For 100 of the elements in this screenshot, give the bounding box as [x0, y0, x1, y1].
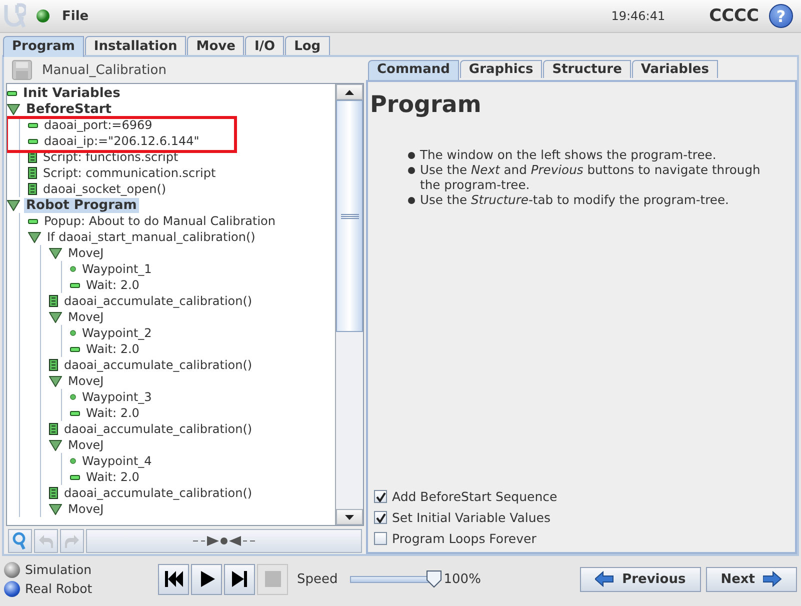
triangle-icon[interactable]: [28, 232, 41, 242]
collapse-button[interactable]: [86, 529, 362, 553]
tree-item[interactable]: daoai_accumulate_calibration(): [62, 358, 254, 372]
help-text: Use the Next and Previous buttons to navigate through the program-tree.: [420, 163, 762, 193]
file-menu[interactable]: File: [62, 8, 89, 24]
next-button[interactable]: Next: [706, 566, 797, 592]
triangle-icon[interactable]: [49, 312, 62, 322]
help-text: Use the Structure-tab to modify the program-tree.: [420, 193, 729, 208]
search-icon: [12, 532, 28, 550]
tree-item[interactable]: daoai_ip:="206.12.6.144": [42, 134, 202, 148]
scroll-up-icon[interactable]: [345, 90, 354, 94]
bar-icon: [70, 346, 80, 352]
main-tab[interactable]: Program: [3, 36, 84, 57]
collapse-icon: [193, 535, 255, 547]
tree-item[interactable]: BeforeStart: [24, 102, 114, 116]
tree-item[interactable]: Waypoint_4: [80, 454, 154, 468]
panel-title: Program: [370, 92, 482, 118]
arrow-icon: [763, 571, 782, 587]
tree-item[interactable]: Waypoint_2: [80, 326, 154, 340]
tree-item[interactable]: daoai_port:=6969: [42, 118, 154, 132]
tree-item[interactable]: Wait: 2.0: [84, 278, 142, 292]
tree-item[interactable]: Waypoint_1: [80, 262, 154, 276]
previous-button[interactable]: Previous: [580, 566, 701, 592]
bar-icon: [28, 122, 38, 128]
tree-item[interactable]: MoveJ: [66, 374, 106, 388]
tree-item[interactable]: Robot Program: [24, 198, 139, 212]
step-button[interactable]: [224, 564, 255, 594]
checkbox-label[interactable]: Set Initial Variable Values: [392, 510, 550, 525]
program-name: Manual_Calibration: [42, 62, 166, 78]
point-icon: [70, 266, 76, 272]
scroll-down-icon[interactable]: [345, 514, 354, 520]
script-icon: [49, 295, 58, 307]
status-light-icon: [36, 9, 50, 23]
help-text: The window on the left shows the program-tree.: [420, 148, 716, 163]
triangle-icon[interactable]: [49, 376, 62, 386]
tree-item[interactable]: Popup: About to do Manual Calibration: [42, 214, 278, 228]
checkbox[interactable]: [374, 490, 387, 503]
triangle-icon[interactable]: [49, 248, 62, 258]
panel-tab[interactable]: Graphics: [460, 60, 542, 78]
point-icon: [70, 458, 76, 464]
script-icon: [49, 423, 58, 435]
bullet-icon: [408, 197, 415, 204]
logo-icon: [4, 3, 26, 29]
point-icon: [70, 330, 76, 336]
clock-time: 19:46:41: [611, 9, 666, 23]
tree-item[interactable]: MoveJ: [66, 310, 106, 324]
robot-name: CCCC: [709, 6, 759, 26]
panel-tab[interactable]: Structure: [543, 60, 631, 78]
mode-label[interactable]: Real Robot: [25, 581, 92, 596]
main-tab[interactable]: I/O: [245, 36, 284, 55]
bullet-icon: [408, 152, 415, 159]
tree-item[interactable]: Wait: 2.0: [84, 342, 142, 356]
script-icon: [28, 167, 37, 179]
checkbox-label[interactable]: Program Loops Forever: [392, 531, 536, 546]
rewind-button[interactable]: [158, 564, 189, 594]
search-button[interactable]: [8, 529, 32, 553]
tree-item[interactable]: If daoai_start_manual_calibration(): [45, 230, 258, 244]
panel-tab[interactable]: Command: [368, 60, 459, 80]
main-tab[interactable]: Installation: [84, 36, 186, 55]
tree-item[interactable]: daoai_accumulate_calibration(): [62, 486, 254, 500]
undo-icon: [38, 534, 54, 548]
arrow-icon: [595, 571, 614, 587]
tree-item[interactable]: MoveJ: [66, 502, 106, 516]
bar-icon: [70, 410, 80, 416]
mode-label[interactable]: Simulation: [25, 562, 92, 577]
checkbox[interactable]: [374, 532, 387, 545]
bullet-icon: [408, 167, 415, 174]
tree-item[interactable]: Waypoint_3: [80, 390, 154, 404]
grip-icon[interactable]: [340, 214, 358, 218]
tree-item[interactable]: Wait: 2.0: [84, 470, 142, 484]
triangle-icon[interactable]: [49, 504, 62, 514]
triangle-icon[interactable]: [7, 104, 20, 114]
play-button[interactable]: [191, 564, 222, 594]
panel-tab[interactable]: Variables: [632, 60, 718, 78]
checkbox[interactable]: [374, 511, 387, 524]
tree-item[interactable]: daoai_accumulate_calibration(): [62, 422, 254, 436]
script-icon: [28, 183, 37, 195]
mode-radio[interactable]: [4, 580, 20, 596]
mode-radio[interactable]: [4, 562, 20, 578]
tree-item[interactable]: Wait: 2.0: [84, 406, 142, 420]
tree-item[interactable]: daoai_socket_open(): [41, 182, 168, 196]
tree-item[interactable]: MoveJ: [66, 438, 106, 452]
main-tab[interactable]: Move: [187, 36, 244, 55]
bar-icon: [28, 218, 38, 224]
scrollbar[interactable]: [335, 84, 363, 525]
triangle-icon[interactable]: [49, 440, 62, 450]
tree-item[interactable]: daoai_accumulate_calibration(): [62, 294, 254, 308]
speed-label: Speed: [297, 572, 338, 586]
triangle-icon[interactable]: [7, 200, 20, 210]
tree-item[interactable]: Script: communication.script: [41, 166, 218, 180]
speed-reading: 100%: [444, 572, 481, 586]
slider-thumb[interactable]: [426, 570, 442, 588]
speed-slider[interactable]: [350, 569, 442, 589]
tree-item[interactable]: MoveJ: [66, 246, 106, 260]
bar-icon: [28, 138, 38, 144]
bar-icon: [70, 474, 80, 480]
checkbox-label[interactable]: Add BeforeStart Sequence: [392, 489, 558, 504]
tree-item[interactable]: Init Variables: [21, 86, 122, 100]
point-icon: [70, 394, 76, 400]
main-tab[interactable]: Log: [285, 36, 330, 55]
